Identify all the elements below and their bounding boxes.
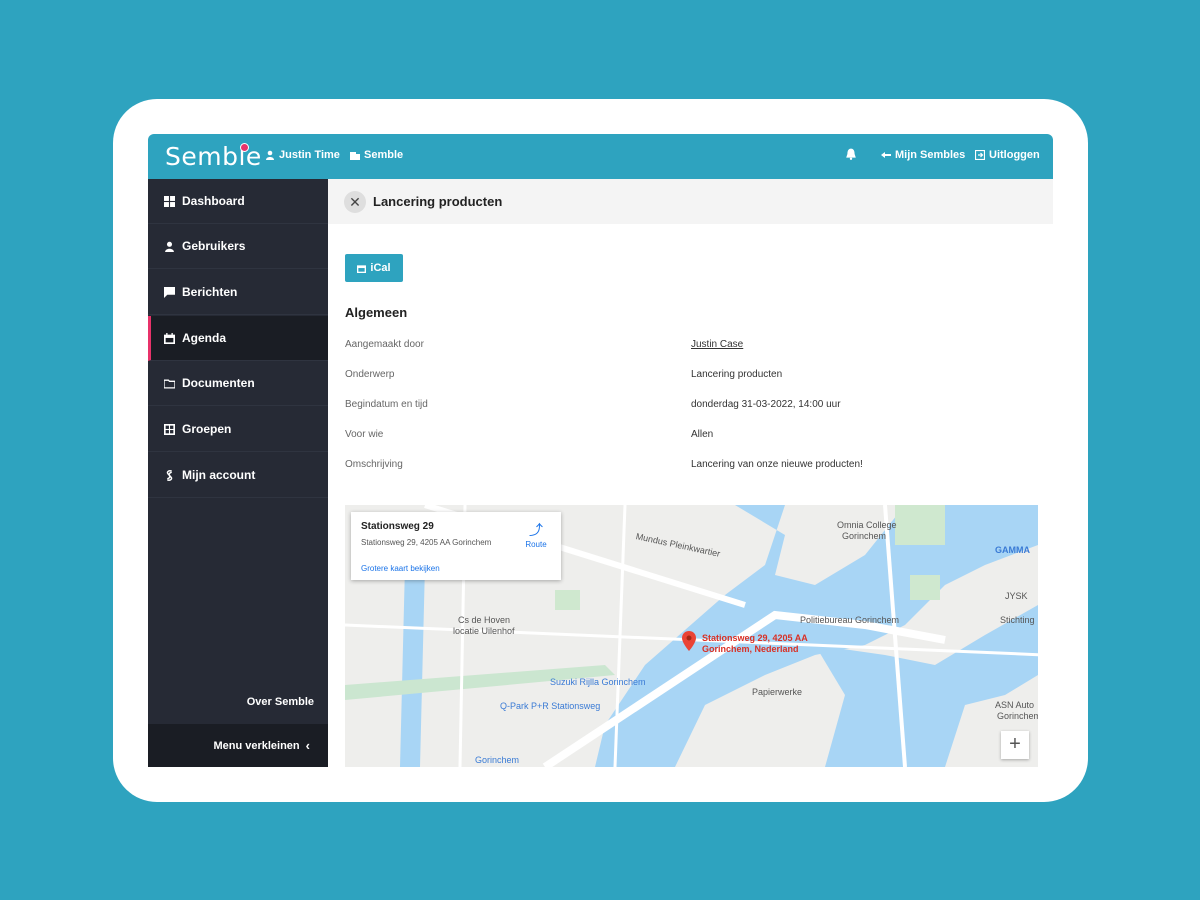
user-icon — [165, 241, 174, 252]
field-value: Lancering producten — [691, 369, 783, 380]
sidebar-item-label: Dashboard — [182, 194, 245, 208]
field-value: Allen — [691, 429, 714, 440]
map-place-label: Gorinchem — [475, 755, 520, 765]
field-label: Onderwerp — [345, 369, 395, 380]
sidebar-item-agenda[interactable]: Agenda — [148, 316, 328, 361]
field-label: Omschrijving — [345, 459, 403, 470]
map-place-label: locatie Uilenhof — [453, 626, 515, 636]
close-button[interactable]: ✕ — [344, 191, 366, 213]
larger-map-link[interactable]: Grotere kaart bekijken — [361, 564, 440, 573]
info-card-title: Stationsweg 29 — [361, 521, 434, 532]
user-name: Justin Time — [279, 149, 340, 161]
ical-label: iCal — [370, 262, 391, 274]
route-button[interactable]: ⤴ Route — [521, 520, 551, 549]
location-map[interactable]: Stationsweg 29 Stationsweg 29, 4205 AA G… — [345, 505, 1038, 767]
page-title: Lancering producten — [373, 194, 503, 209]
field-value: Lancering van onze nieuwe producten! — [691, 459, 863, 470]
logout-icon — [975, 150, 985, 160]
switch-icon — [881, 152, 891, 158]
map-place-label: Cs de Hoven — [458, 615, 511, 625]
map-place-label: Q-Park P+R Stationsweg — [500, 701, 601, 711]
user-menu[interactable]: Justin Time — [265, 149, 340, 161]
logo-dot-icon — [240, 143, 249, 152]
pin-label: Stationsweg 29, 4205 AA — [702, 633, 808, 643]
calendar-icon — [164, 332, 175, 344]
pin-label: Gorinchem, Nederland — [702, 644, 799, 654]
map-place-label: Papierwerke — [752, 687, 803, 697]
sidebar-item-mijn-account[interactable]: Mijn account — [148, 453, 328, 498]
sidebar-item-label: Documenten — [182, 376, 255, 390]
info-card-address: Stationsweg 29, 4205 AA Gorinchem — [361, 538, 492, 547]
map-place-label: Omnia College — [837, 520, 897, 530]
sidebar-item-berichten[interactable]: Berichten — [148, 270, 328, 315]
map-place-label: JYSK — [1005, 591, 1028, 601]
map-place-label: Gorinchem — [997, 711, 1038, 721]
map-place-label: Gorinchem — [842, 531, 887, 541]
event-detail-panel: ✕ Lancering producten iCal Algemeen Aang… — [328, 179, 1053, 767]
user-icon — [266, 150, 274, 160]
sidebar-item-label: Berichten — [182, 285, 238, 299]
ical-button[interactable]: iCal — [345, 254, 403, 282]
collapse-menu-label: Menu verkleinen — [213, 739, 300, 752]
sidebar-item-groepen[interactable]: Groepen — [148, 407, 328, 452]
map-place-label: Stichting — [1000, 615, 1035, 625]
logout-label: Uitloggen — [989, 149, 1040, 161]
sidebar-item-label: Agenda — [182, 331, 227, 345]
top-navbar: Semble Justin Time Semble Mijn Sembles U… — [148, 134, 1053, 179]
map-place-label: ASN Auto — [995, 700, 1035, 710]
map-place-label: Suzuki Rijlla Gorinchem — [550, 677, 646, 687]
folder-icon — [164, 379, 175, 389]
map-place-label: GAMMA — [995, 545, 1030, 555]
mijn-sembles-label: Mijn Sembles — [895, 149, 966, 161]
zoom-in-button[interactable]: + — [1001, 731, 1029, 759]
app-screen: Semble Justin Time Semble Mijn Sembles U… — [148, 134, 1053, 767]
field-value: donderdag 31-03-2022, 14:00 uur — [691, 399, 841, 410]
message-icon — [164, 286, 175, 298]
map-info-card: Stationsweg 29 Stationsweg 29, 4205 AA G… — [351, 512, 561, 580]
sidebar-item-label: Gebruikers — [182, 239, 246, 253]
notifications-button[interactable] — [845, 148, 857, 160]
groups-icon — [164, 423, 175, 435]
location-pin-icon[interactable] — [682, 631, 696, 651]
field-label: Begindatum en tijd — [345, 399, 428, 410]
sidebar-item-gebruikers[interactable]: Gebruikers — [148, 224, 328, 269]
logout-link[interactable]: Uitloggen — [975, 149, 1040, 161]
sidebar: Dashboard Gebruikers Berichten Agenda Do… — [148, 179, 328, 767]
about-link[interactable]: Over Semble — [247, 696, 314, 708]
section-heading: Algemeen — [345, 305, 408, 320]
title-bar: ✕ Lancering producten — [328, 179, 1053, 224]
sidebar-item-label: Mijn account — [182, 468, 256, 482]
field-label: Aangemaakt door — [345, 339, 424, 350]
org-name: Semble — [364, 149, 404, 161]
bell-icon — [846, 148, 856, 160]
sidebar-item-documenten[interactable]: Documenten — [148, 361, 328, 406]
chevron-left-icon: ‹ — [305, 738, 310, 753]
route-label: Route — [525, 540, 547, 549]
calendar-icon — [357, 264, 367, 273]
field-label: Voor wie — [345, 429, 384, 440]
sidebar-item-dashboard[interactable]: Dashboard — [148, 179, 328, 224]
building-icon — [350, 152, 360, 160]
mijn-sembles-link[interactable]: Mijn Sembles — [881, 149, 965, 161]
org-menu[interactable]: Semble — [350, 149, 403, 161]
sidebar-item-label: Groepen — [182, 422, 232, 436]
creator-link[interactable]: Justin Case — [691, 339, 743, 350]
map-place-label: Politiebureau Gorinchem — [800, 615, 900, 625]
directions-icon: ⤴ — [529, 522, 543, 538]
collapse-menu-button[interactable]: Menu verkleinen ‹ — [148, 724, 328, 767]
account-icon — [166, 469, 173, 481]
dashboard-icon — [164, 195, 175, 207]
